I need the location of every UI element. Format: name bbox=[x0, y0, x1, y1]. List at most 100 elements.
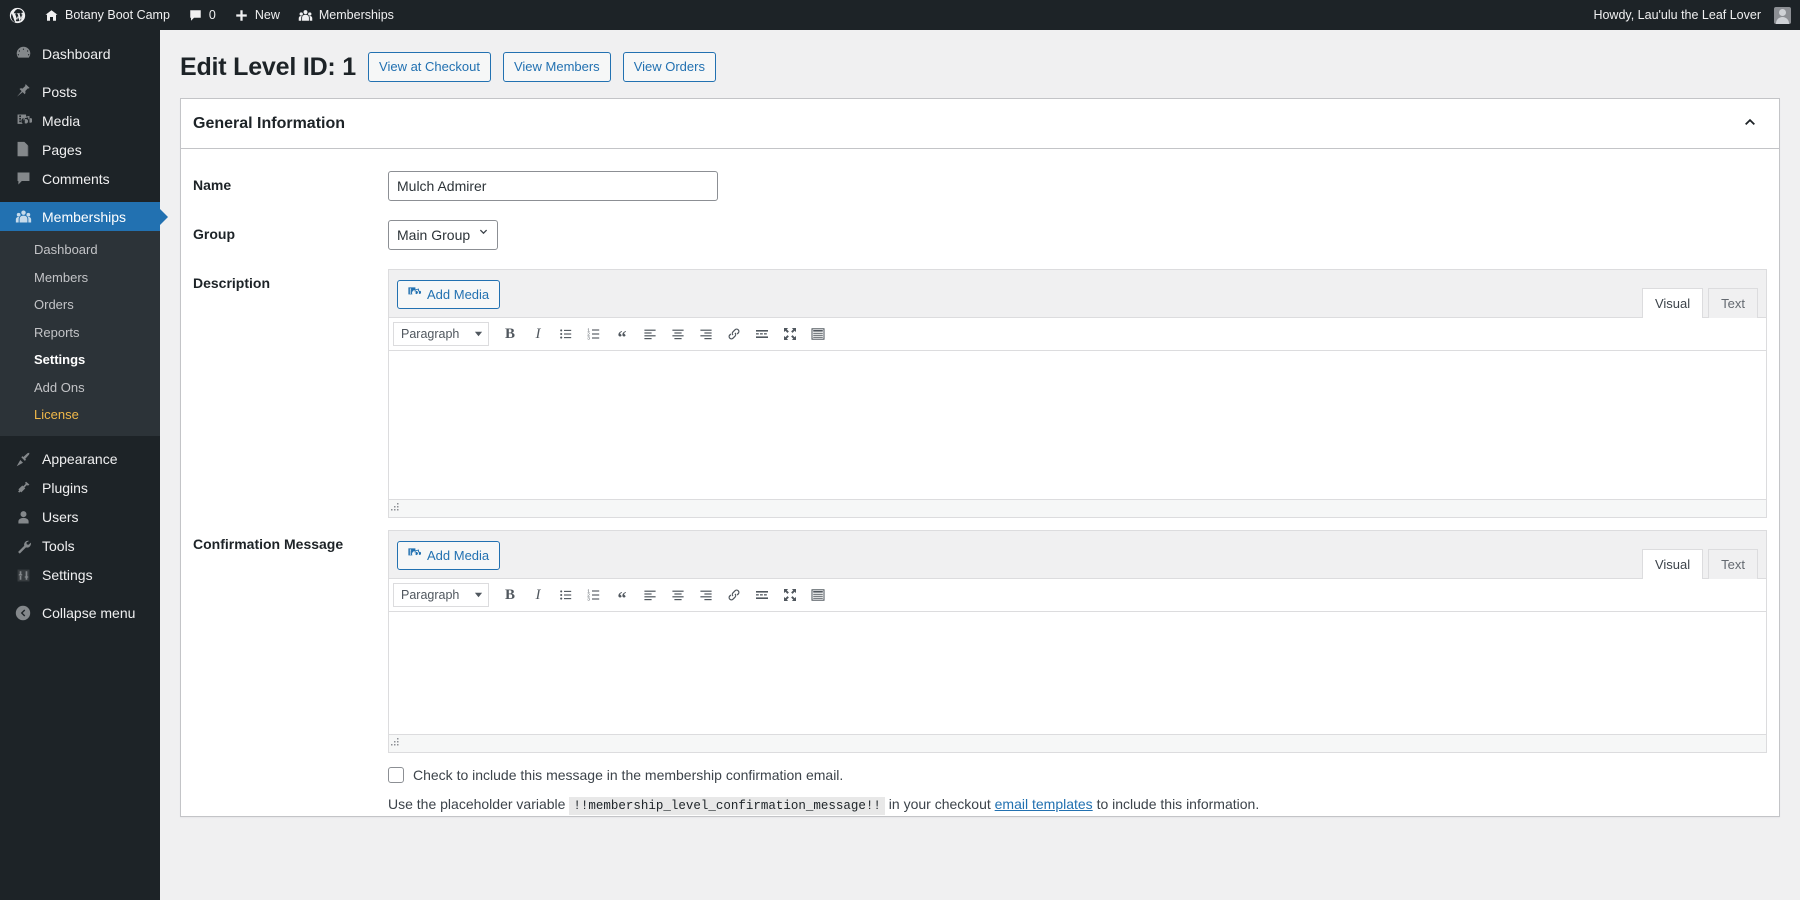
site-name-button[interactable]: Botany Boot Camp bbox=[35, 0, 179, 30]
pages-icon bbox=[13, 140, 33, 160]
blockquote-icon[interactable]: “ bbox=[609, 582, 635, 608]
sidebar-item-posts[interactable]: Posts bbox=[0, 77, 160, 106]
hint-middle: in your checkout bbox=[889, 796, 991, 812]
read-more-icon[interactable] bbox=[749, 582, 775, 608]
confirmation-tab-text[interactable]: Text bbox=[1708, 549, 1758, 579]
my-account-menu[interactable]: Howdy, Lau'ulu the Leaf Lover bbox=[1584, 0, 1800, 30]
media-icon bbox=[13, 111, 33, 131]
description-tab-text[interactable]: Text bbox=[1708, 288, 1758, 318]
align-center-icon[interactable] bbox=[665, 582, 691, 608]
confirmation-message-field-wrap: Add Media Visual Text Paragraph bbox=[388, 518, 1767, 816]
view-at-checkout-button[interactable]: View at Checkout bbox=[368, 52, 491, 82]
memberships-group-icon bbox=[298, 8, 313, 23]
submenu-item-add-ons[interactable]: Add Ons bbox=[0, 374, 160, 402]
submenu-item-reports[interactable]: Reports bbox=[0, 319, 160, 347]
sidebar-item-plugins[interactable]: Plugins bbox=[0, 474, 160, 503]
comments-count: 0 bbox=[209, 8, 216, 22]
new-content-label: New bbox=[255, 8, 280, 22]
bold-icon[interactable]: B bbox=[497, 582, 523, 608]
adminbar-memberships-button[interactable]: Memberships bbox=[289, 0, 403, 30]
confirmation-format-toolbar: Paragraph B I bbox=[389, 578, 1766, 612]
submenu-item-settings[interactable]: Settings bbox=[0, 346, 160, 374]
sidebar-item-settings[interactable]: Settings bbox=[0, 561, 160, 590]
fullscreen-icon[interactable] bbox=[777, 582, 803, 608]
sidebar-item-pages[interactable]: Pages bbox=[0, 135, 160, 164]
placeholder-hint: Use the placeholder variable !!membershi… bbox=[388, 783, 1767, 816]
confirmation-add-media-label: Add Media bbox=[427, 549, 489, 562]
confirmation-add-media-button[interactable]: Add Media bbox=[397, 541, 500, 570]
sidebar-top-spacer bbox=[0, 30, 160, 39]
submenu-item-dashboard[interactable]: Dashboard bbox=[0, 236, 160, 264]
group-field-wrap: Main Group bbox=[388, 208, 1767, 250]
confirmation-email-checkbox-row[interactable]: Check to include this message in the mem… bbox=[388, 753, 1767, 783]
sidebar-item-label: Appearance bbox=[42, 451, 118, 467]
sidebar-item-dashboard[interactable]: Dashboard bbox=[0, 39, 160, 68]
confirmation-message-label: Confirmation Message bbox=[193, 518, 388, 567]
toolbar-toggle-icon[interactable] bbox=[805, 582, 831, 608]
description-field-wrap: Add Media Visual Text Paragraph bbox=[388, 257, 1767, 518]
field-row-group: Group Main Group bbox=[181, 208, 1779, 257]
bulleted-list-icon[interactable] bbox=[553, 582, 579, 608]
comments-button[interactable]: 0 bbox=[179, 0, 225, 30]
bold-icon[interactable]: B bbox=[497, 321, 523, 347]
numbered-list-icon[interactable]: 123 bbox=[581, 321, 607, 347]
blockquote-icon[interactable]: “ bbox=[609, 321, 635, 347]
sidebar-item-comments[interactable]: Comments bbox=[0, 164, 160, 193]
italic-icon[interactable]: I bbox=[525, 582, 551, 608]
page-header: Edit Level ID: 1 View at Checkout View M… bbox=[180, 40, 1780, 98]
resize-grip-icon[interactable] bbox=[389, 735, 401, 752]
read-more-icon[interactable] bbox=[749, 321, 775, 347]
confirmation-tab-visual[interactable]: Visual bbox=[1642, 549, 1703, 579]
confirmation-editor-area[interactable] bbox=[389, 612, 1766, 734]
align-left-icon[interactable] bbox=[637, 321, 663, 347]
insert-link-icon[interactable] bbox=[721, 582, 747, 608]
pin-icon bbox=[13, 82, 33, 102]
submenu-item-license[interactable]: License bbox=[0, 401, 160, 429]
description-format-select[interactable]: Paragraph bbox=[393, 322, 489, 346]
sidebar-item-users[interactable]: Users bbox=[0, 503, 160, 532]
page-title: Edit Level ID: 1 bbox=[180, 53, 356, 82]
italic-icon[interactable]: I bbox=[525, 321, 551, 347]
bulleted-list-icon[interactable] bbox=[553, 321, 579, 347]
sidebar-item-media[interactable]: Media bbox=[0, 106, 160, 135]
field-row-description: Description Add Media bbox=[181, 257, 1779, 518]
admin-bar-spacer bbox=[403, 0, 1585, 30]
sidebar-item-appearance[interactable]: Appearance bbox=[0, 445, 160, 474]
confirmation-message-editor: Add Media Visual Text Paragraph bbox=[388, 530, 1767, 753]
insert-link-icon[interactable] bbox=[721, 321, 747, 347]
align-left-icon[interactable] bbox=[637, 582, 663, 608]
view-members-button[interactable]: View Members bbox=[503, 52, 611, 82]
sidebar-item-label: Pages bbox=[42, 142, 82, 158]
sidebar-item-label: Dashboard bbox=[42, 46, 111, 62]
confirmation-format-select[interactable]: Paragraph bbox=[393, 583, 489, 607]
sidebar-item-tools[interactable]: Tools bbox=[0, 532, 160, 561]
toolbar-toggle-icon[interactable] bbox=[805, 321, 831, 347]
numbered-list-icon[interactable]: 123 bbox=[581, 582, 607, 608]
svg-text:3: 3 bbox=[587, 597, 590, 603]
new-content-button[interactable]: New bbox=[225, 0, 289, 30]
submenu-item-orders[interactable]: Orders bbox=[0, 291, 160, 319]
description-tab-visual[interactable]: Visual bbox=[1642, 288, 1703, 318]
align-right-icon[interactable] bbox=[693, 582, 719, 608]
confirmation-editor-statusbar bbox=[389, 734, 1766, 752]
group-label: Group bbox=[193, 208, 388, 257]
collapse-menu-label: Collapse menu bbox=[42, 605, 135, 621]
description-add-media-label: Add Media bbox=[427, 288, 489, 301]
view-orders-button[interactable]: View Orders bbox=[623, 52, 716, 82]
panel-toggle-button[interactable] bbox=[1733, 107, 1767, 141]
email-templates-link[interactable]: email templates bbox=[995, 796, 1093, 812]
align-right-icon[interactable] bbox=[693, 321, 719, 347]
confirmation-editor-tools: Add Media Visual Text bbox=[389, 531, 1766, 578]
description-editor-area[interactable] bbox=[389, 351, 1766, 499]
collapse-menu-button[interactable]: Collapse menu bbox=[0, 599, 160, 628]
description-add-media-button[interactable]: Add Media bbox=[397, 280, 500, 309]
sidebar-item-memberships[interactable]: Memberships bbox=[0, 202, 160, 231]
fullscreen-icon[interactable] bbox=[777, 321, 803, 347]
group-select[interactable]: Main Group bbox=[388, 220, 498, 250]
submenu-item-members[interactable]: Members bbox=[0, 264, 160, 292]
wordpress-logo-button[interactable] bbox=[0, 0, 35, 30]
align-center-icon[interactable] bbox=[665, 321, 691, 347]
name-input[interactable] bbox=[388, 171, 718, 201]
confirmation-email-checkbox[interactable] bbox=[388, 767, 404, 783]
resize-grip-icon[interactable] bbox=[389, 500, 401, 517]
